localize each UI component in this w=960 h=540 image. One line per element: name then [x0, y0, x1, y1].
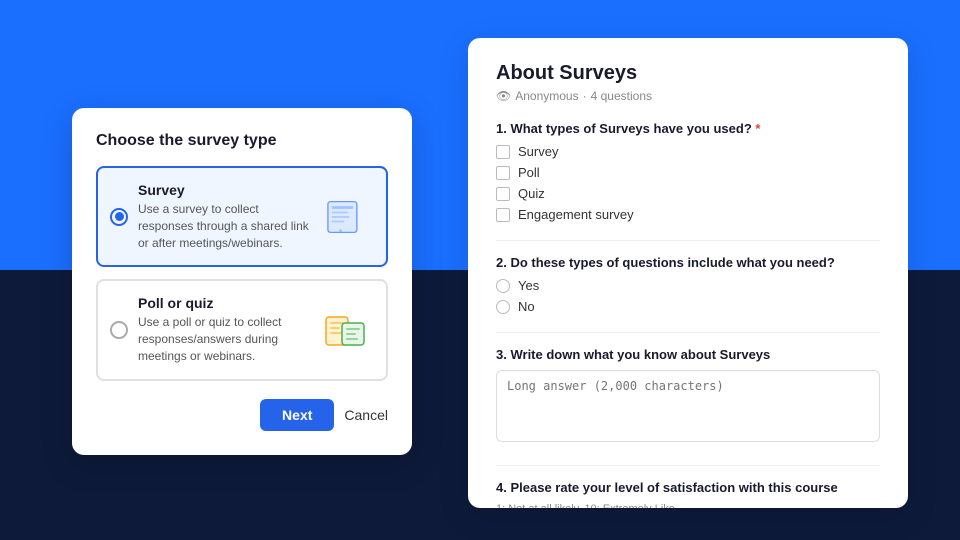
- question-3-label: 3. Write down what you know about Survey…: [496, 347, 880, 362]
- question-2-number: 2.: [496, 255, 510, 270]
- question-2-label: 2. Do these types of questions include w…: [496, 255, 880, 270]
- question-1-label: 1. What types of Surveys have you used? …: [496, 121, 880, 136]
- checkbox-poll[interactable]: Poll: [496, 165, 880, 180]
- checkbox-poll-box[interactable]: [496, 166, 510, 180]
- question-4-label: 4. Please rate your level of satisfactio…: [496, 480, 880, 495]
- question-4-number: 4.: [496, 480, 510, 495]
- long-answer-input[interactable]: [496, 370, 880, 442]
- radio-yes-dot[interactable]: [496, 279, 510, 293]
- modal-title: Choose the survey type: [96, 132, 388, 150]
- question-1: 1. What types of Surveys have you used? …: [496, 121, 880, 222]
- question-4: 4. Please rate your level of satisfactio…: [496, 480, 880, 508]
- checkbox-engagement[interactable]: Engagement survey: [496, 207, 880, 222]
- question-2: 2. Do these types of questions include w…: [496, 255, 880, 314]
- poll-quiz-icon: [320, 309, 372, 351]
- survey-preview-panel: About Surveys 👁︎ Anonymous · 4 questions…: [468, 38, 908, 508]
- question-3-text: Write down what you know about Surveys: [510, 347, 770, 362]
- anonymous-icon: 👁︎: [496, 89, 511, 103]
- radio-no-dot[interactable]: [496, 300, 510, 314]
- divider-1: [496, 240, 880, 241]
- radio-no[interactable]: No: [496, 299, 880, 314]
- question-3: 3. Write down what you know about Survey…: [496, 347, 880, 447]
- questions-count: 4 questions: [591, 89, 652, 103]
- required-star-1: *: [755, 121, 760, 136]
- checkbox-engagement-label: Engagement survey: [518, 207, 634, 222]
- survey-radio[interactable]: [110, 208, 128, 226]
- survey-option-desc: Use a survey to collect responses throug…: [138, 201, 310, 251]
- question-1-text: What types of Surveys have you used?: [510, 121, 751, 136]
- divider-3: [496, 465, 880, 466]
- dot-separator: ·: [583, 89, 587, 103]
- rating-scale-label: 1: Not at all likely, 10: Extremely Like: [496, 503, 880, 508]
- survey-type-modal: Choose the survey type Survey Use a surv…: [72, 108, 412, 455]
- poll-quiz-radio[interactable]: [110, 321, 128, 339]
- survey-option-title: Survey: [138, 182, 310, 198]
- modal-buttons: Next Cancel: [96, 399, 388, 431]
- radio-yes[interactable]: Yes: [496, 278, 880, 293]
- cancel-button[interactable]: Cancel: [344, 407, 388, 423]
- poll-quiz-option-desc: Use a poll or quiz to collect responses/…: [138, 314, 310, 364]
- radio-yes-label: Yes: [518, 278, 539, 293]
- checkbox-quiz-box[interactable]: [496, 187, 510, 201]
- survey-option[interactable]: Survey Use a survey to collect responses…: [96, 166, 388, 267]
- checkbox-engagement-box[interactable]: [496, 208, 510, 222]
- panel-title: About Surveys: [496, 62, 880, 85]
- checkbox-poll-label: Poll: [518, 165, 540, 180]
- radio-no-label: No: [518, 299, 535, 314]
- divider-2: [496, 332, 880, 333]
- panel-meta: 👁︎ Anonymous · 4 questions: [496, 89, 880, 103]
- survey-option-content: Survey Use a survey to collect responses…: [138, 182, 310, 251]
- poll-quiz-option[interactable]: Poll or quiz Use a poll or quiz to colle…: [96, 279, 388, 380]
- checkbox-quiz-label: Quiz: [518, 186, 545, 201]
- anonymous-label: Anonymous: [515, 89, 578, 103]
- next-button[interactable]: Next: [260, 399, 334, 431]
- poll-quiz-option-content: Poll or quiz Use a poll or quiz to colle…: [138, 295, 310, 364]
- poll-quiz-option-title: Poll or quiz: [138, 295, 310, 311]
- checkbox-survey[interactable]: Survey: [496, 144, 880, 159]
- checkbox-survey-label: Survey: [518, 144, 558, 159]
- question-1-number: 1.: [496, 121, 510, 136]
- question-3-number: 3.: [496, 347, 510, 362]
- question-2-text: Do these types of questions include what…: [510, 255, 834, 270]
- checkbox-quiz[interactable]: Quiz: [496, 186, 880, 201]
- question-4-text: Please rate your level of satisfaction w…: [510, 480, 837, 495]
- survey-icon: [320, 196, 372, 238]
- checkbox-survey-box[interactable]: [496, 145, 510, 159]
